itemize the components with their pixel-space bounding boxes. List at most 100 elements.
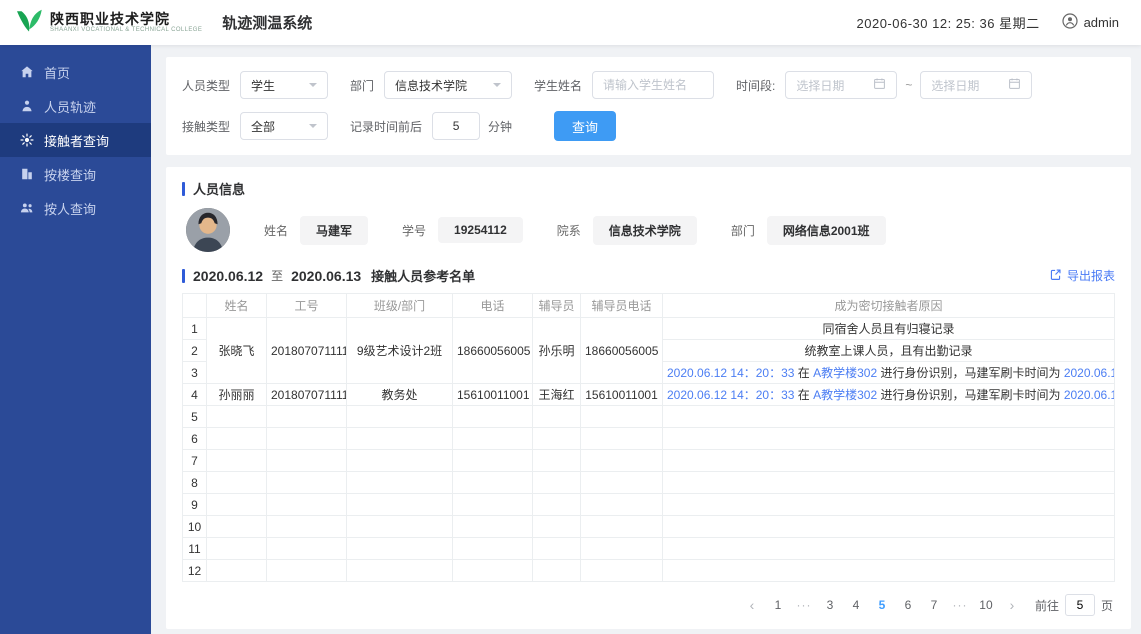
cell-phone xyxy=(453,494,533,516)
reason-text: 进行身份识别，马建军刷卡时间为 xyxy=(877,366,1064,380)
cell-counselor_phone xyxy=(581,538,663,560)
user-menu[interactable]: admin xyxy=(1062,13,1119,32)
reason-text: 进行身份识别，马建军刷卡时间为 xyxy=(877,388,1064,402)
page-button[interactable]: 10 xyxy=(975,594,997,616)
sidebar-item-label: 按楼查询 xyxy=(44,165,96,184)
cell-name xyxy=(207,538,267,560)
reason-cell: 2020.06.12 14：20：33 在 A教学楼302 进行身份识别，马建军… xyxy=(663,384,1115,406)
sidebar-item-building-query[interactable]: 按楼查询 xyxy=(0,157,151,191)
college-logo-icon xyxy=(14,6,44,39)
cell-work_id: 201807071111 xyxy=(267,384,347,406)
department-select[interactable]: 信息技术学院 xyxy=(384,71,512,99)
column-header: 工号 xyxy=(267,294,347,318)
cell-counselor xyxy=(533,428,581,450)
prev-page-button[interactable]: ‹ xyxy=(741,594,763,616)
cell-phone: 15610011001 xyxy=(453,384,533,406)
app-title: 轨迹测温系统 xyxy=(222,12,312,33)
record-time-unit: 分钟 xyxy=(488,118,512,135)
logo-area: 陕西职业技术学院 SHAANXI VOCATIONAL & TECHNICAL … xyxy=(14,6,202,39)
time-range-label: 时间段: xyxy=(736,77,775,94)
current-page[interactable]: 5 xyxy=(871,594,893,616)
home-icon xyxy=(20,65,34,79)
person-type-label: 人员类型 xyxy=(182,77,230,94)
route-icon xyxy=(20,99,34,113)
reason-link[interactable]: 2020.06.12 14：21：33 xyxy=(1064,366,1115,380)
column-header: 班级/部门 xyxy=(347,294,453,318)
next-page-button[interactable]: › xyxy=(1001,594,1023,616)
chevron-down-icon xyxy=(309,124,317,132)
cell-dept xyxy=(347,538,453,560)
cell-counselor xyxy=(533,406,581,428)
row-number: 4 xyxy=(183,384,207,406)
page-button[interactable]: 7 xyxy=(923,594,945,616)
record-time-label: 记录时间前后 xyxy=(350,118,422,135)
reason-cell xyxy=(663,494,1115,516)
cell-work_id xyxy=(267,472,347,494)
sidebar-item-person-query[interactable]: 按人查询 xyxy=(0,191,151,225)
cell-work_id xyxy=(267,450,347,472)
sidebar: 首页人员轨迹接触者查询按楼查询按人查询 xyxy=(0,45,151,634)
cell-work_id xyxy=(267,560,347,582)
page-button[interactable]: 1 xyxy=(767,594,789,616)
cell-dept xyxy=(347,450,453,472)
cell-counselor: 孙乐明 xyxy=(533,318,581,384)
export-report-button[interactable]: 导出报表 xyxy=(1049,267,1115,284)
reason-link[interactable]: 2020.06.12 14：20：33 xyxy=(667,366,794,380)
row-number: 5 xyxy=(183,406,207,428)
reason-link[interactable]: A教学楼302 xyxy=(813,388,877,402)
cell-name xyxy=(207,472,267,494)
sidebar-item-person-track[interactable]: 人员轨迹 xyxy=(0,89,151,123)
column-header: 辅导员 xyxy=(533,294,581,318)
reason-cell: 2020.06.12 14：20：33 在 A教学楼302 进行身份识别，马建军… xyxy=(663,362,1115,384)
sidebar-item-home[interactable]: 首页 xyxy=(0,55,151,89)
reason-cell: 统教室上课人员，且有出勤记录 xyxy=(663,340,1115,362)
cell-work_id xyxy=(267,494,347,516)
reason-cell xyxy=(663,516,1115,538)
search-button[interactable]: 查询 xyxy=(554,111,616,141)
dept-label: 部门 xyxy=(731,222,755,239)
cell-dept xyxy=(347,406,453,428)
reason-link[interactable]: A教学楼302 xyxy=(813,366,877,380)
cell-work_id: 201807071111 xyxy=(267,318,347,384)
reason-cell xyxy=(663,560,1115,582)
row-number: 10 xyxy=(183,516,207,538)
reason-link[interactable]: 2020.06.12 14：20：33 xyxy=(667,388,794,402)
date-to: 2020.06.13 xyxy=(291,268,361,284)
goto-page-input[interactable] xyxy=(1065,594,1095,616)
person-type-select[interactable]: 学生 xyxy=(240,71,328,99)
cell-name xyxy=(207,428,267,450)
student-name-input[interactable] xyxy=(592,71,714,99)
cell-phone: 18660056005 xyxy=(453,318,533,384)
page-button[interactable]: 4 xyxy=(845,594,867,616)
contact-table: 姓名工号班级/部门电话辅导员辅导员电话成为密切接触者原因 1张晓飞2018070… xyxy=(182,293,1115,582)
page-button[interactable]: 6 xyxy=(897,594,919,616)
start-date-picker[interactable]: 选择日期 xyxy=(785,71,897,99)
record-time-input[interactable] xyxy=(432,112,480,140)
reason-link[interactable]: 2020.06.12 14：21：33 xyxy=(1064,388,1115,402)
college-label: 院系 xyxy=(557,222,581,239)
to-label: 至 xyxy=(271,267,283,284)
cell-phone xyxy=(453,560,533,582)
reason-cell xyxy=(663,428,1115,450)
reason-cell xyxy=(663,406,1115,428)
ellipsis: ··· xyxy=(949,594,971,616)
cell-counselor_phone xyxy=(581,516,663,538)
people-icon xyxy=(20,201,34,215)
user-icon xyxy=(1062,13,1078,32)
cell-counselor xyxy=(533,560,581,582)
contact-type-select[interactable]: 全部 xyxy=(240,112,328,140)
cell-counselor_phone xyxy=(581,428,663,450)
datetime-display: 2020-06-30 12: 25: 36 星期二 xyxy=(857,13,1040,32)
sidebar-item-contact-query[interactable]: 接触者查询 xyxy=(0,123,151,157)
accent-bar xyxy=(182,269,185,283)
sidebar-item-label: 首页 xyxy=(44,63,70,82)
end-date-picker[interactable]: 选择日期 xyxy=(920,71,1032,99)
pagination: ‹1···34567···10›前往页 xyxy=(182,594,1115,616)
column-header xyxy=(183,294,207,318)
cell-counselor xyxy=(533,472,581,494)
name-label: 姓名 xyxy=(264,222,288,239)
sidebar-item-label: 接触者查询 xyxy=(44,131,109,150)
top-header: 陕西职业技术学院 SHAANXI VOCATIONAL & TECHNICAL … xyxy=(0,0,1141,45)
accent-bar xyxy=(182,182,185,196)
page-button[interactable]: 3 xyxy=(819,594,841,616)
